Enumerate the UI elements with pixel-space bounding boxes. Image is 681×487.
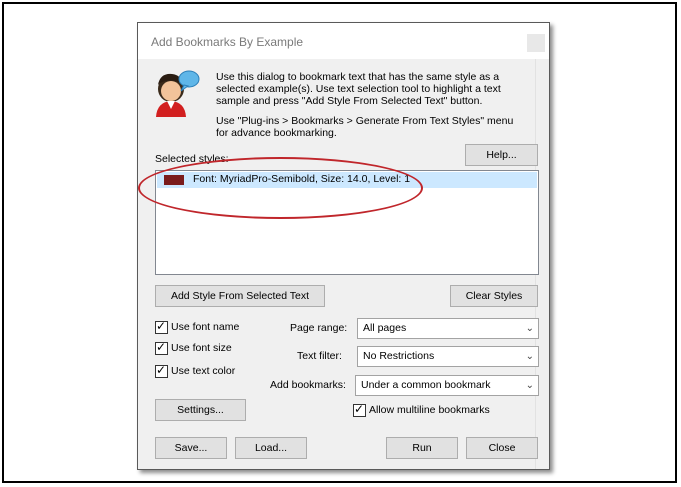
allow-multiline-label: Allow multiline bookmarks <box>369 404 490 416</box>
style-description: Font: MyriadPro-Semibold, Size: 14.0, Le… <box>193 173 411 185</box>
add-bookmarks-dialog: Add Bookmarks By Example Use this dialog… <box>137 22 550 470</box>
chevron-down-icon: ⌄ <box>525 323 534 334</box>
use-font-size-label: Use font size <box>171 342 232 354</box>
title-bar: Add Bookmarks By Example <box>138 23 549 59</box>
advanced-hint-text: Use "Plug-ins > Bookmarks > Generate Fro… <box>216 115 514 139</box>
run-button[interactable]: Run <box>386 437 458 459</box>
text-filter-select[interactable]: No Restrictions ⌄ <box>357 346 539 367</box>
dialog-title: Add Bookmarks By Example <box>151 35 304 49</box>
user-help-icon <box>156 70 200 117</box>
use-font-name-label: Use font name <box>171 321 240 333</box>
add-bookmarks-select[interactable]: Under a common bookmark ⌄ <box>355 375 539 396</box>
list-item[interactable]: Font: MyriadPro-Semibold, Size: 14.0, Le… <box>157 172 537 188</box>
screenshot-frame: Add Bookmarks By Example Use this dialog… <box>2 2 677 483</box>
use-text-color-label: Use text color <box>171 365 236 377</box>
intro-text: Use this dialog to bookmark text that ha… <box>216 71 501 107</box>
style-color-swatch <box>164 175 184 185</box>
page-range-select[interactable]: All pages ⌄ <box>357 318 539 339</box>
close-button[interactable]: Close <box>466 437 538 459</box>
add-bookmarks-value: Under a common bookmark <box>361 379 491 391</box>
checkmark-icon: ✓ <box>156 319 167 333</box>
page-range-value: All pages <box>363 322 407 334</box>
chevron-down-icon: ⌄ <box>525 351 534 362</box>
settings-button[interactable]: Settings... <box>155 399 246 421</box>
clear-styles-button[interactable]: Clear Styles <box>450 285 538 307</box>
selected-styles-label: Selected styles: <box>155 153 229 165</box>
save-button[interactable]: Save... <box>155 437 227 459</box>
close-window-icon[interactable] <box>527 34 545 52</box>
add-bookmarks-label: Add bookmarks: <box>270 379 346 391</box>
text-filter-label: Text filter: <box>297 350 342 362</box>
help-button[interactable]: Help... <box>465 144 538 166</box>
checkmark-icon: ✓ <box>156 363 167 377</box>
checkmark-icon: ✓ <box>354 402 365 416</box>
selected-styles-list[interactable]: Font: MyriadPro-Semibold, Size: 14.0, Le… <box>155 170 539 275</box>
load-button[interactable]: Load... <box>235 437 307 459</box>
text-filter-value: No Restrictions <box>363 350 435 362</box>
page-range-label: Page range: <box>290 322 348 334</box>
add-style-button[interactable]: Add Style From Selected Text <box>155 285 325 307</box>
checkmark-icon: ✓ <box>156 340 167 354</box>
chevron-down-icon: ⌄ <box>525 380 534 391</box>
